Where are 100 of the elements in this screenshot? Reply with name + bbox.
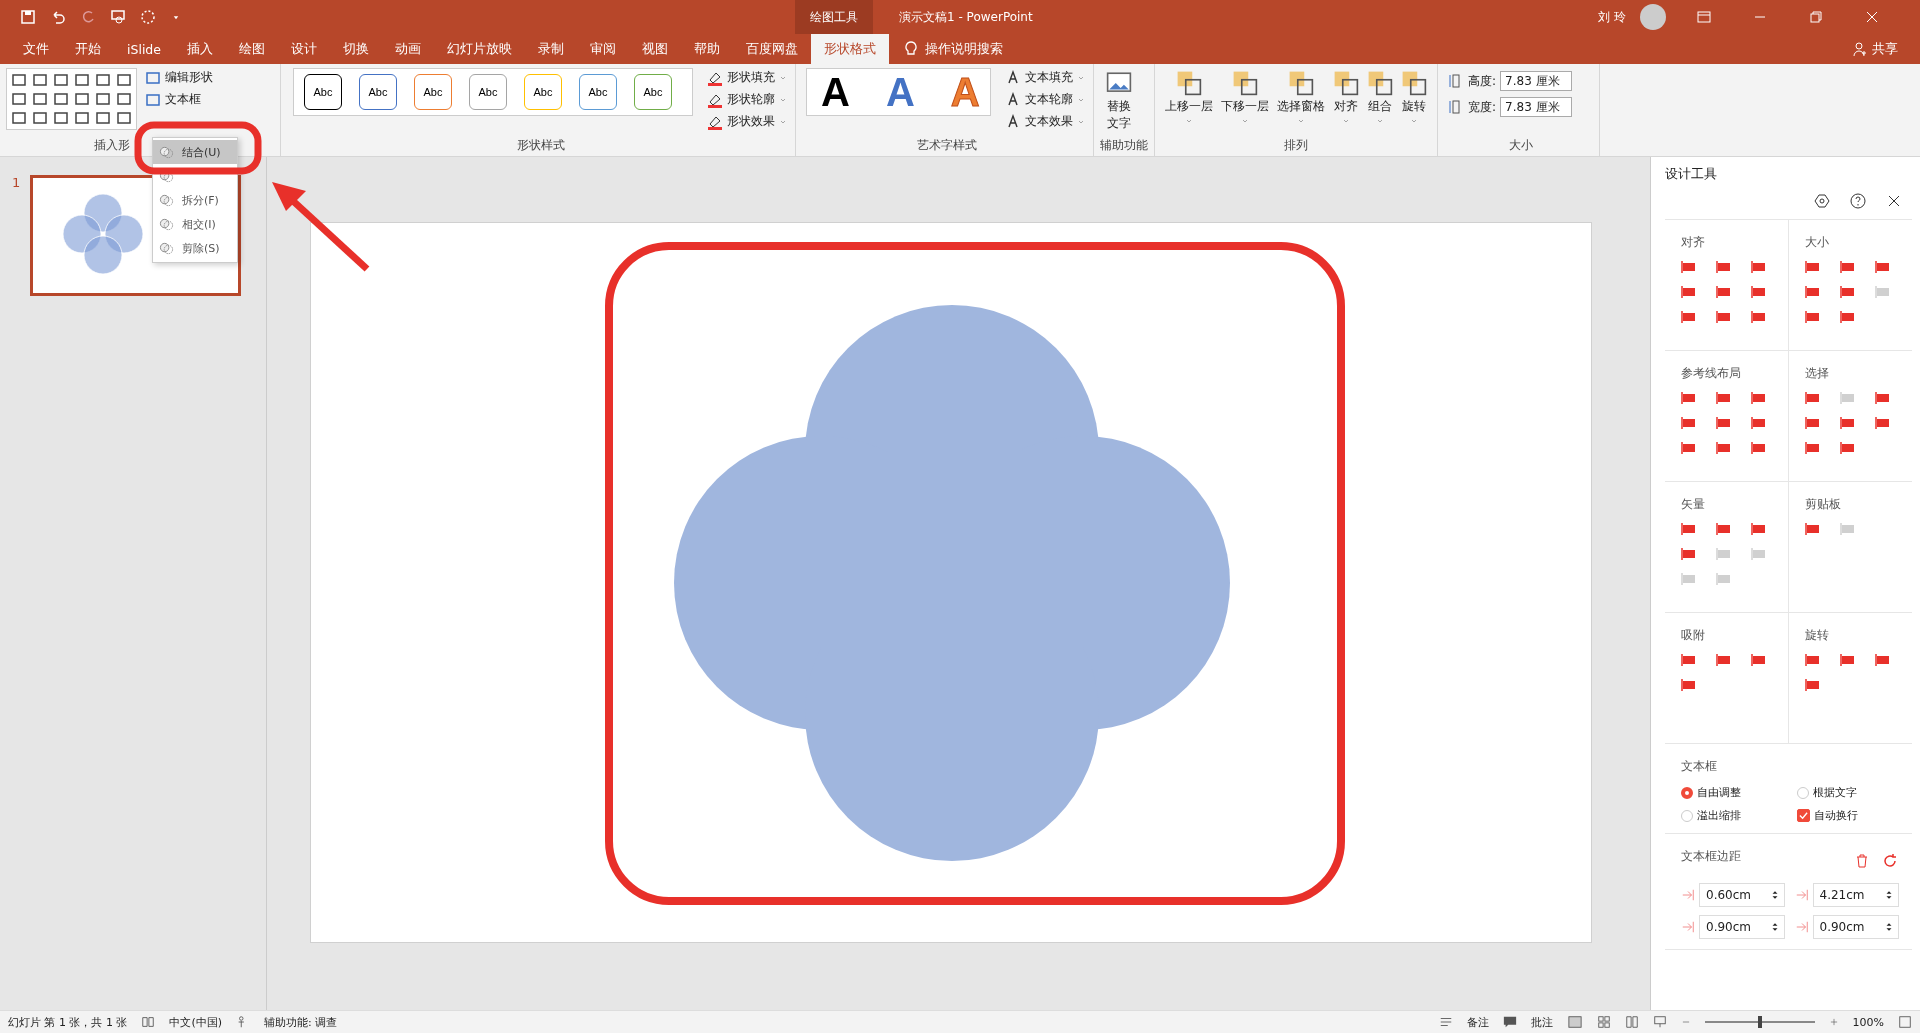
radio-button[interactable] — [1681, 786, 1693, 799]
design-tool-icon[interactable] — [1751, 259, 1767, 275]
letter-a-icon[interactable] — [1005, 91, 1021, 108]
comments-button[interactable]: 批注 — [1530, 1014, 1553, 1030]
save-icon[interactable] — [20, 9, 36, 25]
ribbon-tab[interactable]: 切换 — [330, 34, 382, 64]
design-tool-icon[interactable] — [1751, 652, 1767, 668]
design-tool-icon[interactable] — [1716, 309, 1732, 325]
design-tool-icon[interactable] — [1681, 652, 1697, 668]
design-tool-icon[interactable] — [1839, 652, 1856, 668]
arrange-button[interactable]: 旋转 — [1397, 68, 1431, 127]
design-tool-icon[interactable] — [1839, 259, 1856, 275]
fit-slide-icon[interactable] — [1898, 1015, 1912, 1029]
edit-points-icon[interactable] — [145, 69, 161, 86]
design-tool-icon[interactable] — [1839, 440, 1856, 456]
normal-view-icon[interactable] — [1566, 1015, 1583, 1029]
text-format-button[interactable]: 文本效果 — [1003, 112, 1087, 131]
trash-icon[interactable] — [1854, 852, 1870, 869]
layers-icon[interactable] — [1288, 70, 1314, 96]
design-tool-icon[interactable] — [1839, 415, 1856, 431]
ribbon-tab[interactable]: 开始 — [62, 34, 114, 64]
shape-format-button[interactable]: 形状填充 — [705, 68, 789, 87]
design-tool-icon[interactable] — [1804, 390, 1821, 406]
design-tool-icon[interactable] — [1681, 284, 1697, 300]
wordart-sample[interactable]: A — [813, 68, 858, 116]
ribbon-tab[interactable]: 视图 — [629, 34, 681, 64]
design-tool-icon[interactable] — [1804, 677, 1821, 693]
letter-a-icon[interactable] — [1005, 69, 1021, 86]
settings-icon[interactable] — [1814, 193, 1830, 209]
design-tool-icon[interactable] — [1716, 440, 1732, 456]
ribbon-tab[interactable]: iSlide — [114, 34, 174, 64]
arrange-button[interactable]: 对齐 — [1329, 68, 1363, 127]
language-indicator[interactable]: 中文(中国) — [169, 1014, 223, 1030]
checkbox[interactable] — [1796, 809, 1810, 822]
design-tool-icon[interactable] — [1716, 521, 1732, 537]
ribbon-tab[interactable]: 插入 — [174, 34, 226, 64]
design-tool-icon[interactable] — [1716, 652, 1732, 668]
share-button[interactable]: 共享 — [1846, 34, 1904, 64]
zoom-in-icon[interactable] — [1828, 1017, 1839, 1027]
shape-style-gallery[interactable]: Abc Abc Abc Abc Abc Abc Abc — [293, 68, 693, 116]
design-tool-icon[interactable] — [1751, 440, 1767, 456]
layers-icon[interactable] — [1367, 70, 1393, 96]
arrange-button[interactable]: 组合 — [1363, 68, 1397, 127]
design-tool-icon[interactable] — [1804, 440, 1821, 456]
layers-icon[interactable] — [1232, 70, 1258, 96]
arrange-button[interactable]: 下移一层 — [1217, 68, 1273, 127]
shape-style-swatch[interactable]: Abc — [469, 74, 507, 110]
design-tool-icon[interactable] — [1874, 415, 1891, 431]
menu-item[interactable]: 结合(U) — [153, 140, 237, 164]
ribbon-tab[interactable]: 设计 — [278, 34, 330, 64]
shape-style-swatch[interactable]: Abc — [304, 74, 342, 110]
ribbon-tab[interactable]: 绘图 — [226, 34, 278, 64]
design-tool-icon[interactable] — [1681, 390, 1697, 406]
size-input[interactable]: 7.83 厘米 — [1500, 71, 1573, 91]
design-tool-icon[interactable] — [1839, 284, 1856, 300]
design-tool-icon[interactable] — [1681, 521, 1697, 537]
menu-item[interactable]: 相交(I) — [153, 212, 237, 236]
design-tool-icon[interactable] — [1751, 521, 1767, 537]
zoom-slider-thumb[interactable] — [1757, 1016, 1762, 1028]
arrange-button[interactable]: 上移一层 — [1161, 68, 1217, 127]
reset-icon[interactable] — [1882, 852, 1898, 869]
presenter-icon[interactable] — [1652, 1015, 1667, 1029]
layers-icon[interactable] — [1176, 70, 1202, 96]
person-icon[interactable] — [1852, 41, 1868, 57]
design-tool-icon[interactable] — [1681, 440, 1697, 456]
ribbon-tab[interactable]: 文件 — [10, 34, 62, 64]
design-tool-icon[interactable] — [1804, 259, 1821, 275]
tell-me-search[interactable]: 操作说明搜索 — [925, 40, 1003, 58]
layers-icon[interactable] — [1401, 70, 1427, 96]
ribbon-tab[interactable]: 幻灯片放映 — [434, 34, 525, 64]
design-tool-icon[interactable] — [1681, 546, 1697, 562]
shape-style-swatch[interactable]: Abc — [634, 74, 672, 110]
accessibility-status[interactable]: 辅助功能: 调查 — [264, 1014, 338, 1030]
menu-item[interactable]: 拆分(F) — [153, 188, 237, 212]
design-tool-icon[interactable] — [1681, 309, 1697, 325]
design-tool-icon[interactable] — [1874, 390, 1891, 406]
ribbon-display-icon[interactable] — [1696, 9, 1712, 25]
shape-format-button[interactable]: 形状轮廓 — [705, 90, 789, 109]
help-icon[interactable] — [1850, 193, 1866, 209]
design-tool-icon[interactable] — [1804, 309, 1821, 325]
wordart-sample[interactable]: A — [877, 68, 923, 116]
redo-icon[interactable] — [80, 9, 96, 25]
design-tool-icon[interactable] — [1716, 284, 1732, 300]
design-tool-icon[interactable] — [1874, 652, 1891, 668]
reading-view-icon[interactable] — [1624, 1015, 1639, 1029]
timer-icon[interactable] — [140, 9, 156, 25]
lightbulb-icon[interactable] — [903, 41, 919, 57]
shape-style-swatch[interactable]: Abc — [359, 74, 397, 110]
ribbon-tab[interactable]: 形状格式 — [811, 34, 889, 64]
slideshow-icon[interactable] — [110, 9, 126, 25]
ribbon-tab[interactable]: 帮助 — [681, 34, 733, 64]
notes-button[interactable]: 备注 — [1466, 1014, 1489, 1030]
menu-item[interactable]: 剪除(S) — [153, 236, 237, 260]
design-tool-icon[interactable] — [1804, 415, 1821, 431]
grid-view-icon[interactable] — [1596, 1015, 1611, 1029]
design-tool-icon[interactable] — [1839, 309, 1856, 325]
undo-icon[interactable] — [50, 9, 66, 25]
layers-icon[interactable] — [1333, 70, 1359, 96]
restore-icon[interactable] — [1808, 9, 1824, 25]
wordart-gallery[interactable]: A A A — [806, 68, 991, 116]
